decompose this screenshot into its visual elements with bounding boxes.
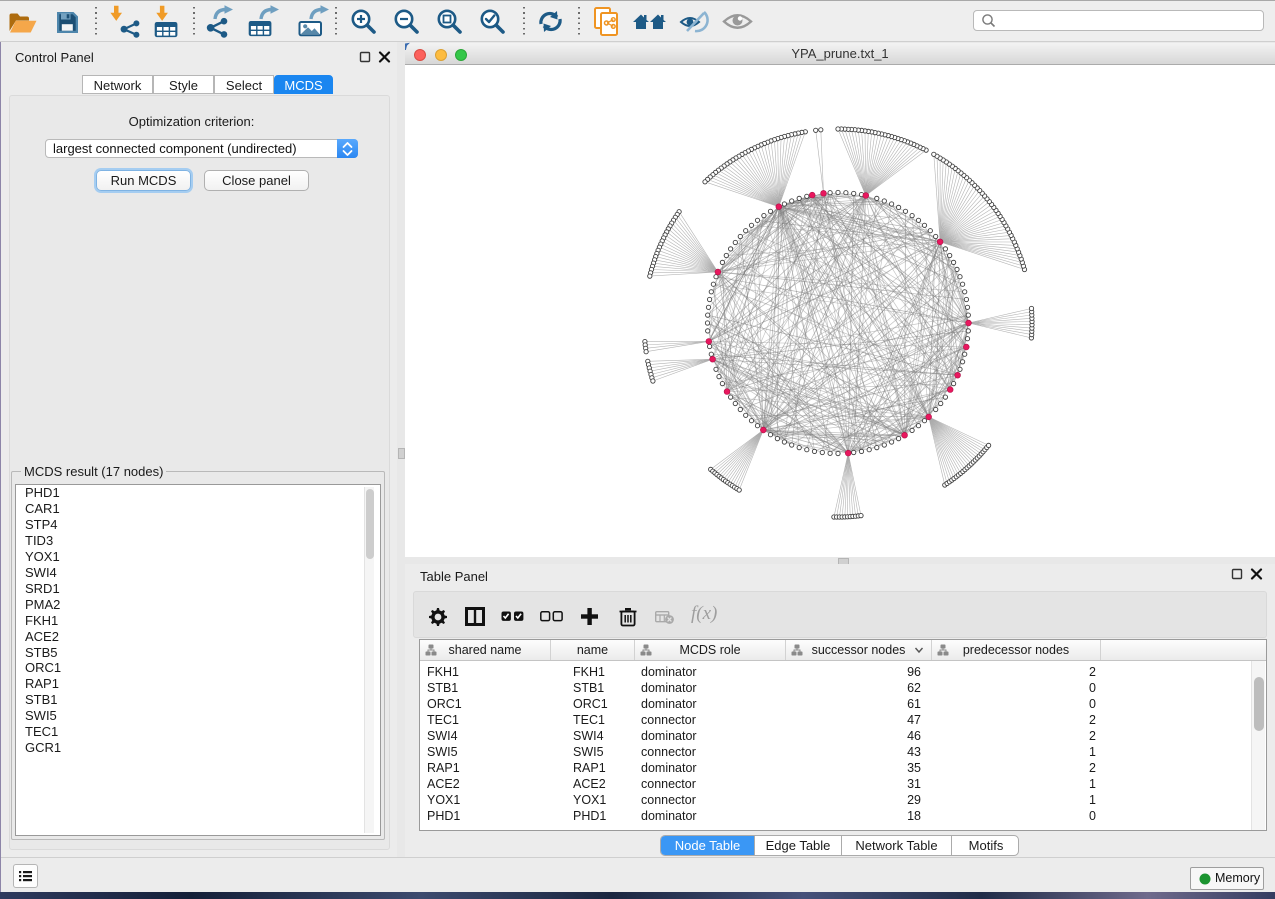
svg-text:f(x): f(x) <box>691 604 717 624</box>
